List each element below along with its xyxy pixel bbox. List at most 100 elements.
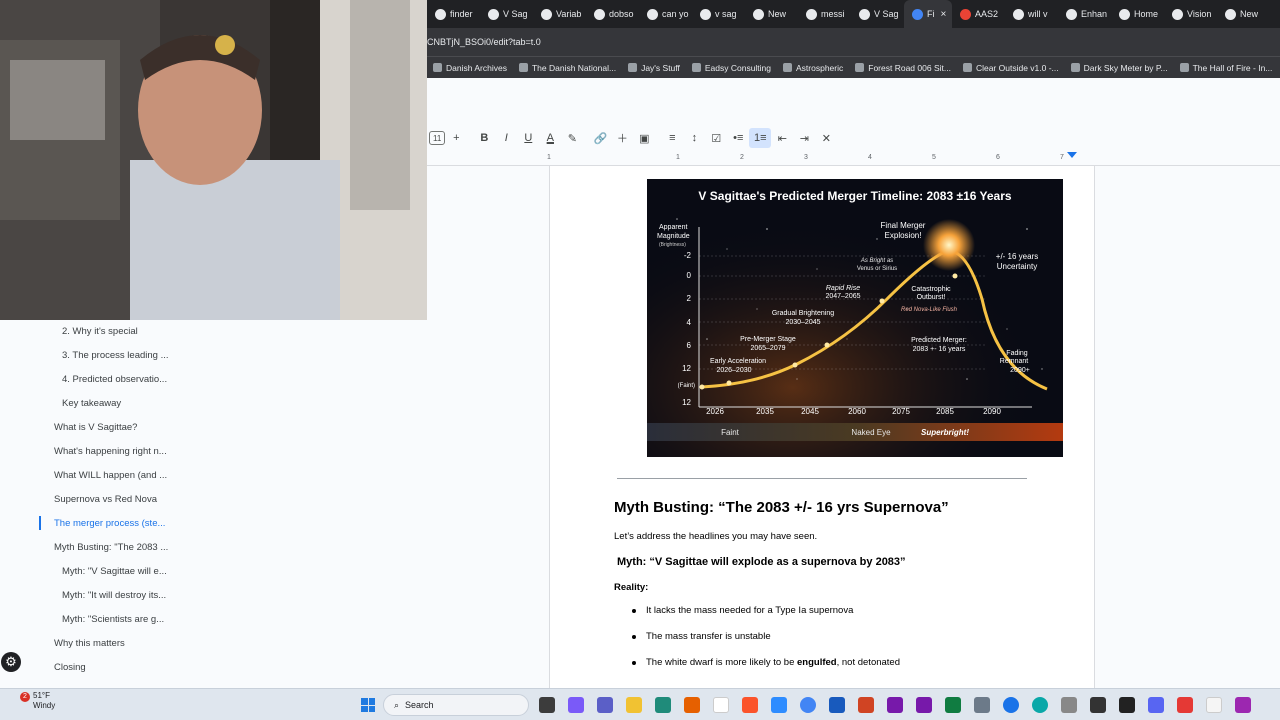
- outline-item[interactable]: Closing: [54, 662, 86, 673]
- browser-tab[interactable]: New: [1217, 0, 1270, 28]
- bookmark-item[interactable]: Astrospheric: [777, 63, 849, 73]
- bullet-list-icon[interactable]: •≡: [727, 128, 749, 148]
- x-tick-label: 2085: [936, 407, 954, 416]
- excel-icon[interactable]: [945, 697, 961, 713]
- outline-item[interactable]: Key takeaway: [62, 398, 121, 409]
- decrease-indent-icon[interactable]: ⇤: [771, 128, 793, 148]
- address-bar[interactable]: CNBTjN_BSOi0/edit?tab=t.0: [427, 28, 1280, 56]
- outline-item[interactable]: What is V Sagittae?: [54, 422, 137, 433]
- bookmark-item[interactable]: Jay's Stuff: [622, 63, 686, 73]
- outline-item[interactable]: 3. The process leading ...: [62, 350, 169, 361]
- bookmark-item[interactable]: Forest Road 006 Sit...: [849, 63, 957, 73]
- app-icon[interactable]: [1177, 697, 1193, 713]
- browser-tab[interactable]: dobso: [586, 0, 639, 28]
- bookmark-item[interactable]: The Danish National...: [513, 63, 622, 73]
- browser-tab[interactable]: can yo: [639, 0, 692, 28]
- reality-label[interactable]: Reality:: [614, 582, 648, 593]
- section-heading[interactable]: Myth Busting: “The 2083 +/- 16 yrs Super…: [614, 499, 949, 516]
- windows-start-icon[interactable]: [361, 698, 375, 712]
- browser-tab[interactable]: Home: [1111, 0, 1164, 28]
- outline-item[interactable]: Myth Busting: "The 2083 ...: [54, 542, 168, 553]
- outline-item[interactable]: Myth: "Scientists are g...: [62, 614, 164, 625]
- myth-heading[interactable]: Myth: “V Sagittae will explode as a supe…: [617, 556, 906, 568]
- bookmark-item[interactable]: Clear Outside v1.0 -...: [957, 63, 1065, 73]
- app-icon[interactable]: [1206, 697, 1222, 713]
- browser-tab[interactable]: Fi ×: [904, 0, 952, 28]
- app-icon[interactable]: [974, 697, 990, 713]
- weather-widget[interactable]: 2 51°F Windy: [20, 691, 55, 711]
- itunes-icon[interactable]: [713, 697, 729, 713]
- app-icon[interactable]: [1148, 697, 1164, 713]
- bookmark-item[interactable]: Dark Sky Meter by P...: [1065, 63, 1174, 73]
- clear-formatting-icon[interactable]: ✕: [815, 128, 837, 148]
- powerpoint-icon[interactable]: [858, 697, 874, 713]
- browser-tab[interactable]: messi: [798, 0, 851, 28]
- app-icon[interactable]: [1003, 697, 1019, 713]
- browser-tab[interactable]: Vision: [1164, 0, 1217, 28]
- zoom-icon[interactable]: [771, 697, 787, 713]
- file-explorer-icon[interactable]: [626, 697, 642, 713]
- browser-tab[interactable]: V Sag: [480, 0, 533, 28]
- teams-icon[interactable]: [597, 697, 613, 713]
- outline-item[interactable]: 4. Predicted observatio...: [62, 374, 167, 385]
- app-icon[interactable]: [1090, 697, 1106, 713]
- browser-tab[interactable]: v sag: [692, 0, 745, 28]
- bookmark-item[interactable]: The Hall of Fire - In...: [1174, 63, 1279, 73]
- taskbar-search[interactable]: ⌕ Search: [383, 694, 529, 716]
- intro-paragraph[interactable]: Let’s address the headlines you may have…: [614, 531, 817, 542]
- browser-tab[interactable]: V Sag: [851, 0, 904, 28]
- outline-item[interactable]: Myth: "V Sagittae will e...: [62, 566, 167, 577]
- browser-tab[interactable]: will v: [1005, 0, 1058, 28]
- task-view-icon[interactable]: [539, 697, 555, 713]
- underline-button[interactable]: U: [517, 128, 539, 148]
- browser-tab[interactable]: AAS2: [952, 0, 1005, 28]
- increase-indent-icon[interactable]: ⇥: [793, 128, 815, 148]
- list-item[interactable]: The white dwarf is more likely to be eng…: [630, 650, 900, 676]
- outline-item[interactable]: Myth: "It will destroy its...: [62, 590, 166, 601]
- link-icon[interactable]: 🔗: [589, 128, 611, 148]
- close-tab-icon[interactable]: ×: [941, 9, 947, 20]
- onenote-icon-2[interactable]: [916, 697, 932, 713]
- onenote-icon[interactable]: [887, 697, 903, 713]
- numbered-list-icon[interactable]: 1≡: [749, 128, 772, 148]
- text-color-button[interactable]: A: [539, 128, 561, 148]
- word-icon[interactable]: [829, 697, 845, 713]
- checklist-icon[interactable]: ☑: [705, 128, 727, 148]
- outline-item[interactable]: What WILL happen (and ...: [54, 470, 167, 481]
- browser-tab[interactable]: Enhan: [1058, 0, 1111, 28]
- app-icon[interactable]: [1119, 697, 1135, 713]
- align-icon[interactable]: ≡: [661, 128, 683, 148]
- bookmark-item[interactable]: Danish Archives: [427, 63, 513, 73]
- browser-tab[interactable]: Variab: [533, 0, 586, 28]
- url-text[interactable]: CNBTjN_BSOi0/edit?tab=t.0: [427, 37, 541, 47]
- image-icon[interactable]: ▣: [633, 128, 655, 148]
- app-icon[interactable]: [1235, 697, 1251, 713]
- bold-button[interactable]: B: [473, 128, 495, 148]
- font-size-box[interactable]: 11: [429, 131, 446, 145]
- highlight-icon[interactable]: ✎: [561, 128, 583, 148]
- app-icon[interactable]: [1061, 697, 1077, 713]
- brave-icon[interactable]: [742, 697, 758, 713]
- font-size-increase-button[interactable]: +: [445, 128, 467, 148]
- line-spacing-icon[interactable]: ↕: [683, 128, 705, 148]
- list-item[interactable]: It lacks the mass needed for a Type Ia s…: [630, 598, 900, 624]
- italic-button[interactable]: I: [495, 128, 517, 148]
- browser-tab[interactable]: finder: [427, 0, 480, 28]
- edge-icon[interactable]: [1032, 697, 1048, 713]
- outline-item-active[interactable]: The merger process (ste...: [54, 518, 165, 529]
- browser-tab[interactable]: New: [745, 0, 798, 28]
- outline-item[interactable]: Supernova vs Red Nova: [54, 494, 157, 505]
- outline-item[interactable]: What's happening right n...: [54, 446, 167, 457]
- firefox-icon[interactable]: [684, 697, 700, 713]
- accessibility-icon[interactable]: ⚙: [1, 652, 21, 672]
- outline-item[interactable]: 2. Why it's special: [62, 326, 138, 337]
- outline-item[interactable]: Why this matters: [54, 638, 125, 649]
- comment-icon[interactable]: ＋: [611, 128, 633, 148]
- chrome-icon[interactable]: [800, 697, 816, 713]
- left-indent-marker[interactable]: [1067, 152, 1077, 158]
- copilot-icon[interactable]: [568, 697, 584, 713]
- app-icon[interactable]: [655, 697, 671, 713]
- bookmark-item[interactable]: Eadsy Consulting: [686, 63, 777, 73]
- list-item[interactable]: The mass transfer is unstable: [630, 624, 900, 650]
- ruler[interactable]: 1 1 2 3 4 5 6 7: [427, 152, 1280, 166]
